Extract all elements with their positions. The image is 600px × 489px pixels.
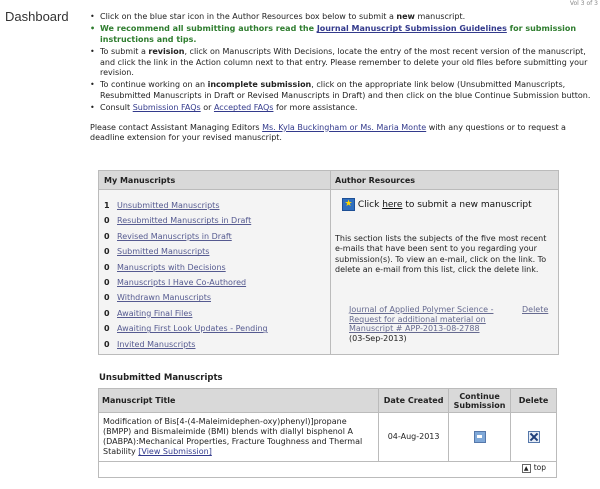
my-manuscripts-header: My Manuscripts (104, 176, 176, 185)
manuscripts-panel: My Manuscripts Author Resources 1 Unsubmi… (98, 170, 559, 355)
instruction-revision: To submit a revision, click on Manuscrip… (90, 47, 595, 78)
unsubmitted-link[interactable]: Unsubmitted Manuscripts (117, 201, 219, 210)
list-item: 0 Awaiting First Look Updates - Pending (104, 324, 268, 334)
continue-cell (448, 412, 512, 462)
view-submission-link[interactable]: [View Submission] (138, 447, 212, 456)
list-item: 1 Unsubmitted Manuscripts (104, 201, 220, 210)
back-to-top[interactable]: ▲ top (521, 463, 546, 473)
unsubmitted-title: Unsubmitted Manuscripts (99, 373, 223, 383)
revised-draft-link[interactable]: Revised Manuscripts in Draft (117, 232, 232, 241)
instruction-faqs: Consult Submission FAQs or Accepted FAQs… (90, 103, 595, 114)
up-arrow-icon: ▲ (521, 463, 531, 473)
continue-submission-icon[interactable] (473, 431, 486, 443)
submit-here-link[interactable]: here (382, 200, 402, 210)
list-item: 0 Submitted Manuscripts (104, 247, 210, 257)
submission-faqs-link[interactable]: Submission FAQs (133, 103, 201, 112)
col-date: Date Created (378, 388, 450, 413)
first-look-link[interactable]: Awaiting First Look Updates - Pending (117, 324, 268, 333)
invited-link[interactable]: Invited Manuscripts (117, 340, 195, 349)
col-title: Manuscript Title (97, 388, 380, 413)
instructions: Click on the blue star icon in the Autho… (90, 12, 595, 143)
guidelines-link[interactable]: Journal Manuscript Submission Guidelines (317, 24, 507, 33)
page-title: Dashboard (5, 9, 69, 24)
email-date: (03-Sep-2013) (349, 333, 407, 343)
list-item: 0 Manuscripts with Decisions (104, 262, 226, 272)
contact-text: Please contact Assistant Managing Editor… (90, 122, 566, 143)
list-item: 0 Awaiting Final Files (104, 308, 193, 318)
delete-cell (510, 412, 557, 462)
decisions-link[interactable]: Manuscripts with Decisions (117, 263, 226, 272)
email-description: This section lists the subjects of the f… (335, 234, 547, 275)
resubmitted-draft-link[interactable]: Resubmitted Manuscripts in Draft (117, 216, 251, 225)
delete-icon[interactable] (527, 431, 540, 443)
column-divider (330, 171, 331, 354)
table-header-row: Manuscript Title Date Created Continue S… (97, 388, 557, 413)
author-resources-header: Author Resources (335, 176, 416, 185)
email-delete: Delete (522, 305, 548, 314)
date-created: 04-Aug-2013 (378, 412, 450, 462)
editors-link[interactable]: Ms. Kyla Buckingham or Ms. Maria Monte (262, 123, 426, 132)
list-item: 0 Resubmitted Manuscripts in Draft (104, 216, 252, 226)
blue-star-icon[interactable]: ★ (342, 198, 355, 211)
list-item: 0 Withdrawn Manuscripts (104, 293, 211, 303)
panel-header: My Manuscripts Author Resources (99, 171, 558, 190)
unsubmitted-table: Manuscript Title Date Created Continue S… (97, 388, 557, 462)
list-item: 0 Revised Manuscripts in Draft (104, 231, 232, 241)
list-item: 0 Invited Manuscripts (104, 339, 196, 349)
table-row: Modification of Bis[4-(4-Maleimidephen-o… (97, 412, 557, 462)
instruction-new: Click on the blue star icon in the Autho… (90, 12, 595, 23)
col-delete: Delete (510, 388, 557, 413)
final-files-link[interactable]: Awaiting Final Files (117, 309, 192, 318)
list-item: 0 Manuscripts I Have Co-Authored (104, 277, 247, 287)
submitted-link[interactable]: Submitted Manuscripts (117, 247, 209, 256)
page-indicator: Vol 3 of 3 (569, 0, 598, 7)
table-footer: ▲ top (98, 458, 557, 478)
manuscript-title-cell: Modification of Bis[4-(4-Maleimidephen-o… (97, 412, 380, 462)
accepted-faqs-link[interactable]: Accepted FAQs (214, 103, 273, 112)
my-manuscripts-list: 1 Unsubmitted Manuscripts 0 Resubmitted Ma… (104, 198, 324, 352)
email-delete-link[interactable]: Delete (522, 305, 548, 314)
withdrawn-link[interactable]: Withdrawn Manuscripts (117, 293, 211, 302)
email-subject-link[interactable]: Journal of Applied Polymer Science - Req… (349, 305, 493, 333)
col-continue: Continue Submission (448, 388, 512, 413)
instruction-incomplete: To continue working on an incomplete sub… (90, 80, 595, 101)
email-entry: Journal of Applied Polymer Science - Req… (349, 305, 517, 343)
instruction-guidelines: We recommend all submitting authors read… (90, 24, 595, 45)
submit-new-row: ★ Click here to submit a new manuscript (342, 198, 532, 211)
coauthored-link[interactable]: Manuscripts I Have Co-Authored (117, 278, 246, 287)
